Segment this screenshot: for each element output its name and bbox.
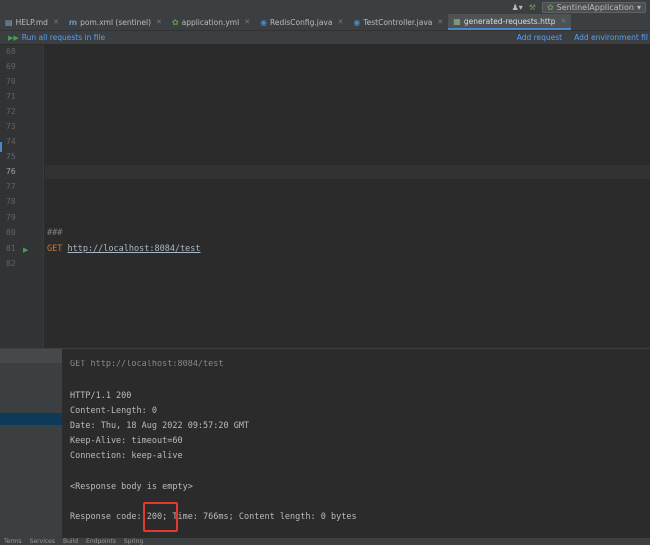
tab-redisconfig-java[interactable]: ◉ RedisConfig.java ✕ [255, 14, 348, 30]
line-number: 77 [6, 182, 16, 191]
add-environment-link[interactable]: Add environment fil [574, 33, 648, 42]
line-number: 71 [6, 92, 16, 101]
tool-window-spring[interactable]: Spring [124, 538, 143, 545]
request-separator: ### [47, 228, 63, 238]
run-configuration-label: SentinelApplication [556, 2, 634, 12]
tab-label: generated-requests.http [463, 16, 556, 26]
tab-label: pom.xml (sentinel) [80, 17, 152, 27]
response-header: Connection: keep-alive [70, 451, 183, 461]
java-class-icon: ◉ [353, 17, 361, 27]
runbar-actions: Add request Add environment fil [517, 33, 650, 42]
close-icon[interactable]: ✕ [437, 18, 443, 26]
code-editor[interactable]: 68 69 70 71 72 73 74 75 76 77 78 79 80 8… [0, 45, 650, 348]
tab-generated-requests-http[interactable]: ▦ generated-requests.http ✕ [448, 14, 572, 30]
close-icon[interactable]: ✕ [53, 18, 59, 26]
line-number: 81 [6, 244, 16, 253]
tab-label: HELP.md [15, 17, 48, 27]
close-icon[interactable]: ✕ [560, 17, 566, 25]
yaml-icon: ✿ [171, 17, 179, 27]
response-header: Content-Length: 0 [70, 406, 157, 416]
tool-window-terms[interactable]: Terms [4, 538, 22, 545]
line-number: 75 [6, 152, 16, 161]
run-all-requests-button[interactable]: ▶▶ Run all requests in file [0, 33, 105, 42]
request-line: GET http://localhost:8084/test [47, 242, 201, 256]
line-number: 69 [6, 62, 16, 71]
hammer-icon[interactable]: ⚒ [529, 3, 536, 12]
http-client-toolbar: ▶▶ Run all requests in file Add request … [0, 31, 650, 45]
tab-label: RedisConfig.java [270, 17, 333, 27]
run-configuration-selector[interactable]: ✿ SentinelApplication ▾ [541, 1, 646, 13]
run-all-label: Run all requests in file [21, 33, 106, 42]
tab-label: TestController.java [363, 17, 433, 27]
response-summary: Response code: 200; Time: 766ms; Content… [70, 512, 357, 522]
response-header: Date: Thu, 18 Aug 2022 09:57:20 GMT [70, 421, 250, 431]
tool-window-build[interactable]: Build [63, 538, 78, 545]
line-number: 68 [6, 47, 16, 56]
run-output-panel: GET http://localhost:8084/test HTTP/1.1 … [0, 348, 650, 539]
add-request-link[interactable]: Add request [517, 33, 562, 42]
run-tree-sidebar [0, 349, 62, 539]
close-icon[interactable]: ✕ [156, 18, 162, 26]
run-tree-selected-item[interactable] [0, 413, 62, 425]
tab-pom-xml[interactable]: m pom.xml (sentinel) ✕ [64, 14, 167, 30]
tab-testcontroller-java[interactable]: ◉ TestController.java ✕ [348, 14, 448, 30]
line-number: 78 [6, 197, 16, 206]
tab-label: application.yml [181, 17, 240, 27]
navigation-bar: ♟▾ ⚒ ✿ SentinelApplication ▾ [0, 0, 650, 14]
line-number: 80 [6, 228, 16, 237]
line-number: 72 [6, 107, 16, 116]
top-right-toolbar: ♟▾ ⚒ ✿ SentinelApplication ▾ [512, 0, 650, 14]
line-number: 74 [6, 137, 16, 146]
request-url-link[interactable]: http://localhost:8084/test [67, 244, 200, 254]
line-number-current: 76 [6, 167, 16, 176]
tab-application-yml[interactable]: ✿ application.yml ✕ [167, 14, 255, 30]
response-header: Keep-Alive: timeout=60 [70, 436, 183, 446]
left-tool-window-marker [0, 142, 2, 152]
run-request-icon[interactable]: ▶ [23, 243, 28, 257]
response-body-note: <Response body is empty> [70, 482, 193, 492]
tab-help-md[interactable]: ▤ HELP.md ✕ [0, 14, 64, 30]
line-number: 82 [6, 259, 16, 268]
tool-window-endpoints[interactable]: Endpoints [86, 538, 116, 545]
tool-window-bar: Terms Services Build Endpoints Spring [0, 538, 650, 545]
maven-icon: m [68, 17, 78, 27]
close-icon[interactable]: ✕ [244, 18, 250, 26]
spring-leaf-icon: ✿ [546, 2, 554, 12]
response-code-highlight [143, 502, 178, 532]
response-request-line: GET http://localhost:8084/test [70, 360, 224, 369]
markdown-icon: ▤ [5, 17, 13, 27]
response-status-line: HTTP/1.1 200 [70, 391, 132, 401]
tool-window-services[interactable]: Services [30, 538, 55, 545]
java-class-icon: ◉ [260, 17, 268, 27]
line-number: 79 [6, 213, 16, 222]
line-number: 73 [6, 122, 16, 131]
http-method: GET [47, 244, 63, 254]
editor-tabs: ▤ HELP.md ✕ m pom.xml (sentinel) ✕ ✿ app… [0, 14, 650, 31]
run-panel-toolbar [0, 349, 62, 363]
run-all-icon: ▶▶ [8, 33, 19, 42]
http-file-icon: ▦ [453, 16, 461, 26]
close-icon[interactable]: ✕ [337, 18, 343, 26]
user-icon[interactable]: ♟▾ [512, 3, 523, 12]
line-number: 70 [6, 77, 16, 86]
chevron-down-icon: ▾ [636, 2, 641, 12]
current-line-highlight [45, 165, 650, 179]
